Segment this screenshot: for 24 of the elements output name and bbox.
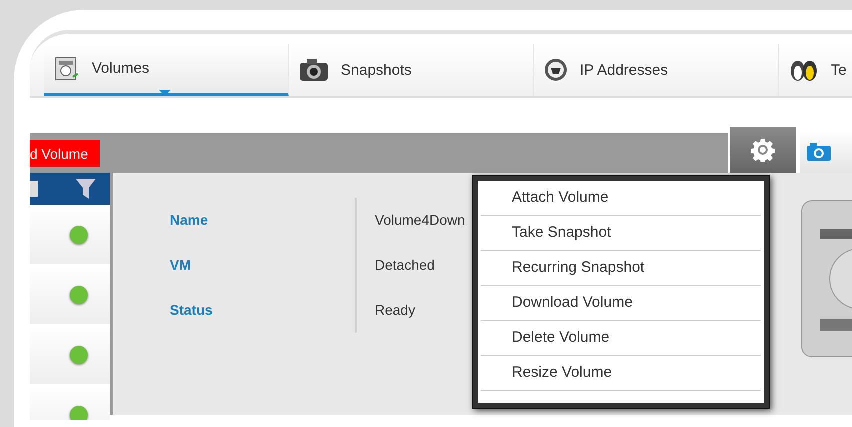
field-label: Name (170, 211, 210, 230)
add-volume-button[interactable]: d Volume (30, 140, 100, 167)
filter-icon[interactable] (76, 179, 96, 199)
menu-item[interactable]: Attach Volume (481, 181, 761, 216)
checkbox-icon (30, 181, 38, 197)
menu-item[interactable]: Recurring Snapshot (481, 251, 761, 286)
menu-item[interactable]: Resize Volume (481, 356, 761, 391)
settings-icon (751, 138, 775, 162)
field-label: VM (170, 256, 192, 275)
field-value: Ready (375, 301, 416, 320)
menu-item[interactable]: Take Snapshot (481, 216, 761, 251)
tab[interactable]: Te (779, 44, 852, 96)
field-label: Status (170, 301, 214, 320)
tab[interactable]: Volumes (44, 44, 289, 96)
field-value: Detached (375, 256, 436, 275)
tab[interactable]: Snapshots (289, 44, 534, 96)
menu-item[interactable]: Delete Volume (481, 321, 761, 356)
settings-button[interactable] (730, 127, 796, 173)
menu-item[interactable]: Download Volume (481, 286, 761, 321)
tab[interactable]: IP Addresses (534, 44, 779, 96)
camera-icon (299, 58, 329, 82)
camera-icon (807, 143, 831, 161)
field-value: Volume4Down (375, 211, 466, 230)
hard-disk-icon (54, 56, 80, 80)
